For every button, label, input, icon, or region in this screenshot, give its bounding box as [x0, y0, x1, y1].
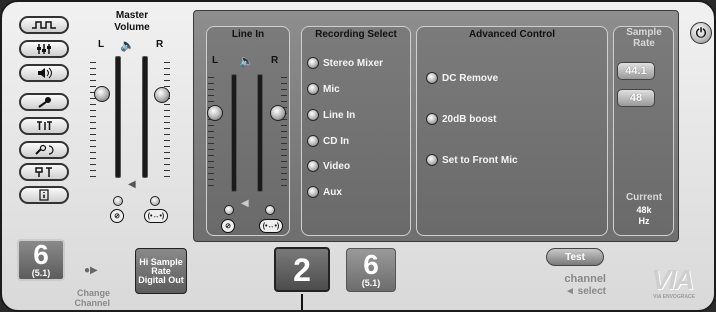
- radio-button[interactable]: [307, 83, 319, 95]
- recording-option[interactable]: Line In: [307, 109, 355, 121]
- radio-button[interactable]: [307, 109, 319, 121]
- radio-button[interactable]: [307, 186, 319, 198]
- line-in-left-label: L: [212, 55, 219, 66]
- line-in-title: Line In: [231, 29, 265, 40]
- recording-option[interactable]: Aux: [307, 186, 342, 198]
- change-channel-label: Change Channel: [74, 288, 110, 308]
- advanced-control-group: Advanced Control: [416, 26, 608, 236]
- master-left-ticks: [90, 62, 96, 180]
- recording-option-label: Aux: [323, 186, 342, 198]
- line-in-stereo-icon[interactable]: (•↔•): [259, 219, 283, 233]
- channel-6-button[interactable]: 6 (5.1): [346, 248, 396, 292]
- recording-select-title: Recording Select: [315, 29, 397, 40]
- master-mute-icon[interactable]: ⊘: [110, 209, 124, 223]
- current-rate-unit: Hz: [638, 216, 650, 226]
- line-in-left-slider[interactable]: [207, 105, 223, 121]
- audio-deck-window: Master Volume L R 🔈 ◀ ⊘ (•↔•) Line In L …: [0, 0, 716, 312]
- advanced-control-title: Advanced Control: [468, 29, 556, 40]
- master-mute-radio[interactable]: [113, 196, 123, 206]
- master-stereo-icon[interactable]: (•↔•): [144, 209, 168, 223]
- channel-arrow-icon: ●▶: [84, 265, 98, 276]
- advanced-option[interactable]: Set to Front Mic: [426, 154, 518, 166]
- master-left-slider[interactable]: [94, 86, 110, 102]
- current-rate-label: Current: [625, 192, 663, 203]
- master-right-label: R: [156, 39, 164, 50]
- master-volume-title: Master Volume: [114, 10, 150, 33]
- master-balance-icon: ◀: [128, 179, 136, 190]
- line-in-left-track: [231, 74, 237, 192]
- recording-option[interactable]: Stereo Mixer: [307, 57, 383, 69]
- line-in-mute-icon[interactable]: ⊘: [221, 219, 235, 233]
- advanced-option[interactable]: DC Remove: [426, 72, 498, 84]
- line-in-right-label: R: [271, 55, 279, 66]
- rate-48-button[interactable]: 48: [617, 89, 655, 107]
- via-logo: VIA: [651, 264, 695, 295]
- waveform-icon[interactable]: [19, 16, 69, 34]
- channel-6-label: 6: [363, 249, 379, 280]
- current-rate-value: 48k: [636, 205, 652, 215]
- line-in-balance-icon: ◀: [241, 198, 249, 209]
- advanced-option-label: 20dB boost: [442, 113, 497, 125]
- master-speaker-icon: 🔈: [120, 38, 135, 52]
- master-right-track: [142, 56, 148, 178]
- advanced-option[interactable]: 20dB boost: [426, 113, 496, 125]
- sample-rate-title: Sample Rate: [626, 27, 662, 49]
- radio-button[interactable]: [426, 154, 438, 166]
- recording-option[interactable]: CD In: [307, 135, 349, 147]
- speaker-icon[interactable]: [19, 64, 69, 82]
- master-stereo-radio[interactable]: [150, 196, 160, 206]
- microphone-icon[interactable]: [19, 93, 69, 111]
- advanced-option-label: Set to Front Mic: [442, 154, 518, 166]
- line-in-right-slider[interactable]: [270, 105, 286, 121]
- radio-button[interactable]: [307, 57, 319, 69]
- hi-sample-rate-button[interactable]: Hi Sample Rate Digital Out: [135, 248, 187, 294]
- current-channel-tile: 6 (5.1): [17, 239, 65, 281]
- test-button[interactable]: Test: [546, 248, 604, 266]
- via-logo-sub: VIA ENVOGRACE: [653, 294, 695, 300]
- recording-option-label: Mic: [323, 83, 340, 95]
- hi-sample-label: Hi Sample Rate Digital Out: [138, 256, 184, 285]
- line-in-right-track: [257, 74, 263, 192]
- master-right-ticks: [164, 62, 170, 180]
- channel-6-config: (5.1): [361, 278, 381, 288]
- recording-option-label: Video: [323, 160, 351, 172]
- channel-2-button[interactable]: 2: [274, 247, 330, 292]
- equalizer-icon[interactable]: [19, 163, 69, 181]
- recording-option-label: Stereo Mixer: [323, 57, 384, 69]
- channel-2-indicator: [301, 294, 303, 310]
- radio-button[interactable]: [426, 72, 438, 84]
- power-icon[interactable]: ⏻: [690, 22, 712, 44]
- line-in-left-ticks: [208, 77, 214, 189]
- line-in-speaker-icon: 🔈: [239, 54, 254, 68]
- line-in-right-ticks: [281, 77, 287, 189]
- current-channel-count: 6: [33, 239, 49, 270]
- recording-option[interactable]: Mic: [307, 83, 340, 95]
- advanced-option-label: DC Remove: [442, 72, 499, 84]
- info-icon[interactable]: [19, 186, 69, 204]
- line-in-mute-radio[interactable]: [224, 205, 234, 215]
- master-right-slider[interactable]: [154, 87, 170, 103]
- mixer-icon[interactable]: [19, 40, 69, 58]
- line-in-stereo-radio[interactable]: [265, 205, 275, 215]
- recording-option-label: CD In: [323, 135, 350, 147]
- tools-icon[interactable]: [19, 141, 69, 159]
- current-channel-config: (5.1): [31, 268, 51, 278]
- master-left-track: [115, 56, 121, 178]
- channel-2-label: 2: [293, 251, 311, 288]
- master-left-label: L: [98, 39, 105, 50]
- channel-select-label-2[interactable]: ◄ select: [542, 286, 606, 297]
- text-icon[interactable]: [19, 117, 69, 135]
- recording-option-label: Line In: [323, 109, 356, 121]
- radio-button[interactable]: [426, 113, 438, 125]
- radio-button[interactable]: [307, 160, 319, 172]
- recording-option[interactable]: Video: [307, 160, 350, 172]
- radio-button[interactable]: [307, 135, 319, 147]
- rate-44-1-button[interactable]: 44.1: [617, 62, 655, 80]
- channel-select-label-1: channel: [564, 273, 606, 285]
